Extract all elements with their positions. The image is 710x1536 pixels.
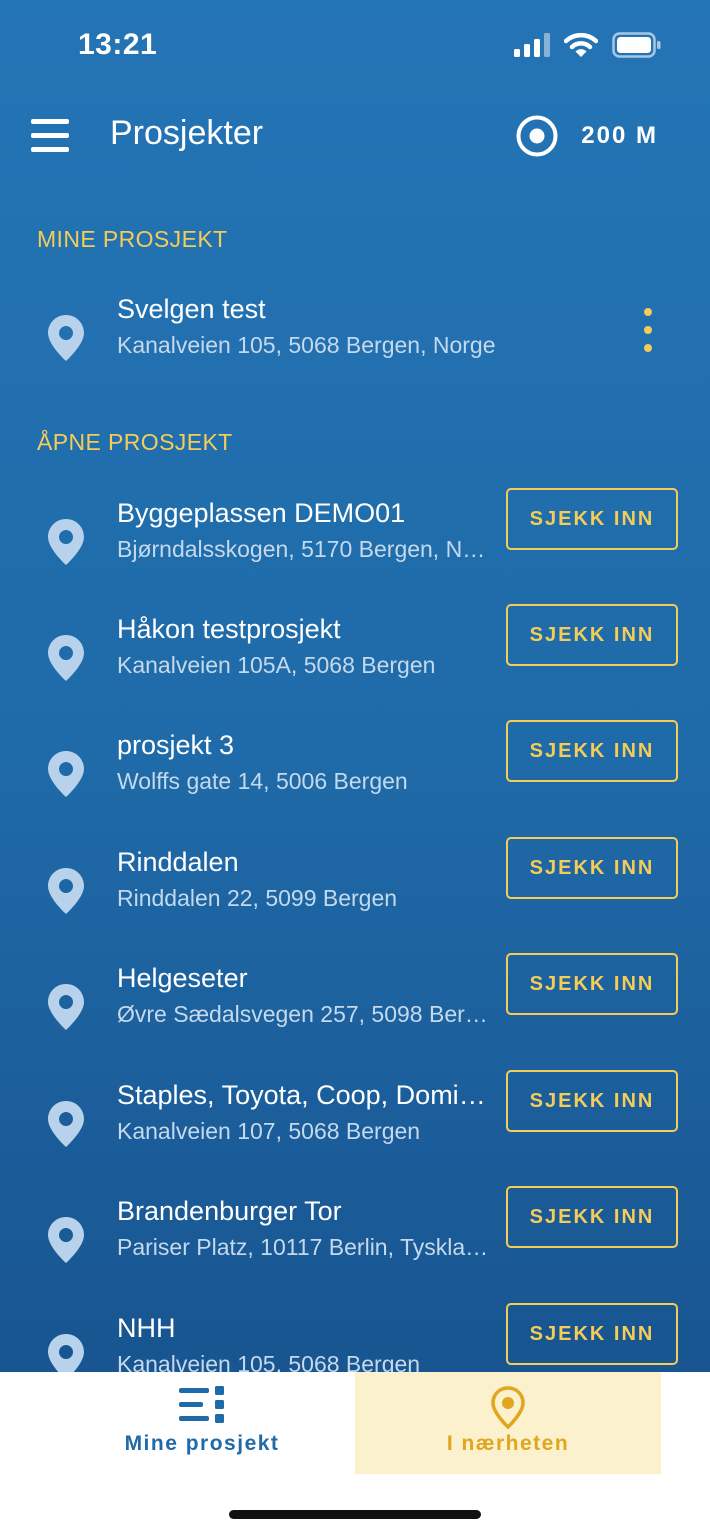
location-pin-icon [48,519,84,565]
page-title: Prosjekter [110,114,264,152]
project-address: Kanalveien 105, 5068 Bergen, Norge [117,332,496,358]
location-pin-icon [48,315,84,361]
list-item[interactable]: Rinddalen Rinddalen 22, 5099 Bergen SJEK… [0,837,710,951]
project-address: Rinddalen 22, 5099 Bergen [117,885,398,911]
more-options-button[interactable] [636,308,660,352]
tab-label: I nærheten [446,1432,570,1455]
list-item[interactable]: prosjekt 3 Wolffs gate 14, 5006 Bergen S… [0,720,710,834]
location-pin-icon [48,1334,84,1372]
project-name: Brandenburger Tor [117,1196,342,1226]
project-name: Staples, Toyota, Coop, Domino's [117,1080,489,1110]
project-address: Pariser Platz, 10117 Berlin, Tyskland [117,1234,489,1260]
list-item[interactable]: Byggeplassen DEMO01 Bjørndalsskogen, 517… [0,488,710,602]
tab-label: Mine prosjekt [124,1432,280,1455]
section-title-open: ÅPNE PROSJEKT [37,429,233,455]
radius-button[interactable]: 200 M [515,112,658,160]
list-item[interactable]: Brandenburger Tor Pariser Platz, 10117 B… [0,1186,710,1300]
location-pin-icon [48,868,84,914]
status-icons [514,32,662,58]
tab-nearby[interactable]: I nærheten [355,1372,661,1474]
project-address: Øvre Sædalsvegen 257, 5098 Bergen [117,1001,489,1027]
check-in-button[interactable]: SJEKK INN [506,953,678,1015]
screen: 13:21 Prosjekter 200 M MINE PROSJEKT Sve… [0,0,710,1536]
list-item[interactable]: Helgeseter Øvre Sædalsvegen 257, 5098 Be… [0,953,710,1067]
check-in-button[interactable]: SJEKK INN [506,1070,678,1132]
list-item[interactable]: Håkon testprosjekt Kanalveien 105A, 5068… [0,604,710,718]
list-icon [179,1386,224,1423]
check-in-button[interactable]: SJEKK INN [506,488,678,550]
location-pin-icon [48,1217,84,1263]
list-item[interactable]: NHH Kanalveien 105, 5068 Bergen SJEKK IN… [0,1303,710,1372]
location-pin-icon [48,984,84,1030]
check-in-button[interactable]: SJEKK INN [506,720,678,782]
list-item[interactable]: Staples, Toyota, Coop, Domino's Kanalvei… [0,1070,710,1184]
main-panel: 13:21 Prosjekter 200 M MINE PROSJEKT Sve… [0,0,710,1372]
status-bar: 13:21 [0,0,710,94]
location-pin-icon [48,1101,84,1147]
menu-button[interactable] [28,116,72,156]
location-pin-icon [48,635,84,681]
radius-label: 200 M [581,122,658,149]
check-in-button[interactable]: SJEKK INN [506,604,678,666]
more-vertical-icon [644,308,652,316]
project-name: Helgeseter [117,963,248,993]
location-pin-icon [48,751,84,797]
project-name: prosjekt 3 [117,730,235,760]
project-name: Svelgen test [117,294,266,324]
home-indicator [229,1510,481,1519]
status-time: 13:21 [78,28,158,61]
location-pin-icon [491,1386,525,1430]
battery-icon [612,32,661,58]
app-header: Prosjekter 200 M [0,94,710,180]
my-project-row[interactable]: Svelgen test Kanalveien 105, 5068 Bergen… [0,288,710,398]
check-in-button[interactable]: SJEKK INN [506,837,678,899]
target-location-icon [516,115,558,157]
cellular-signal-icon [514,33,550,57]
project-address: Bjørndalsskogen, 5170 Bergen, Norge [117,536,489,562]
wifi-icon [564,32,598,57]
project-name: Rinddalen [117,847,239,877]
project-address: Kanalveien 105, 5068 Bergen [117,1351,421,1372]
project-address: Kanalveien 107, 5068 Bergen [117,1118,421,1144]
check-in-button[interactable]: SJEKK INN [506,1303,678,1365]
tab-mine-projects[interactable]: Mine prosjekt [50,1372,354,1474]
section-title-mine: MINE PROSJEKT [37,226,228,252]
project-name: Håkon testprosjekt [117,614,341,644]
project-address: Wolffs gate 14, 5006 Bergen [117,768,408,794]
project-name: NHH [117,1313,176,1343]
menu-icon [31,119,69,124]
project-name: Byggeplassen DEMO01 [117,498,406,528]
project-address: Kanalveien 105A, 5068 Bergen [117,652,436,678]
check-in-button[interactable]: SJEKK INN [506,1186,678,1248]
